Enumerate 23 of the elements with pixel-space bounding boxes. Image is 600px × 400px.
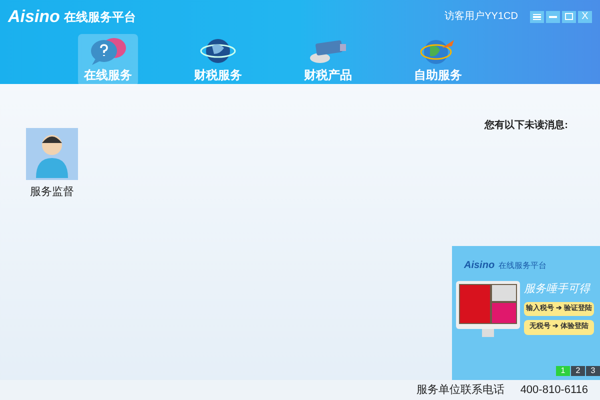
maximize-button[interactable] [562,10,576,23]
banner-title: 在线服务平台 [498,260,547,272]
page-button[interactable]: 3 [586,366,600,376]
nav-tab[interactable]: 在线服务 [78,34,138,86]
contact-label: 服务单位联系电话 [416,382,504,398]
chat-bubbles-icon [88,36,128,66]
support-agent-icon [26,128,78,180]
logo: Aisino [8,6,60,28]
app-title: 在线服务平台 [64,8,136,26]
page-button[interactable]: 1 [556,366,570,376]
close-button[interactable]: X [578,10,592,23]
banner-slogan: 服务唾手可得 [524,282,592,297]
banner-logo: Aisino [464,259,495,273]
phone-number: 400-810-6116 [520,382,588,398]
unread-messages-heading: 您有以下未读消息: [484,118,568,133]
user-name: 访客用户YY1CD [444,10,518,24]
nav-tab[interactable]: 自助服务 [408,34,468,86]
app-shortcut[interactable]: 服务监督 [24,128,80,200]
menu-button[interactable] [530,10,544,23]
nav-tab[interactable]: 财税服务 [188,34,248,86]
minimize-button[interactable] [546,10,560,23]
page-button[interactable]: 2 [571,366,585,376]
nav-tab[interactable]: 财税产品 [298,34,358,86]
